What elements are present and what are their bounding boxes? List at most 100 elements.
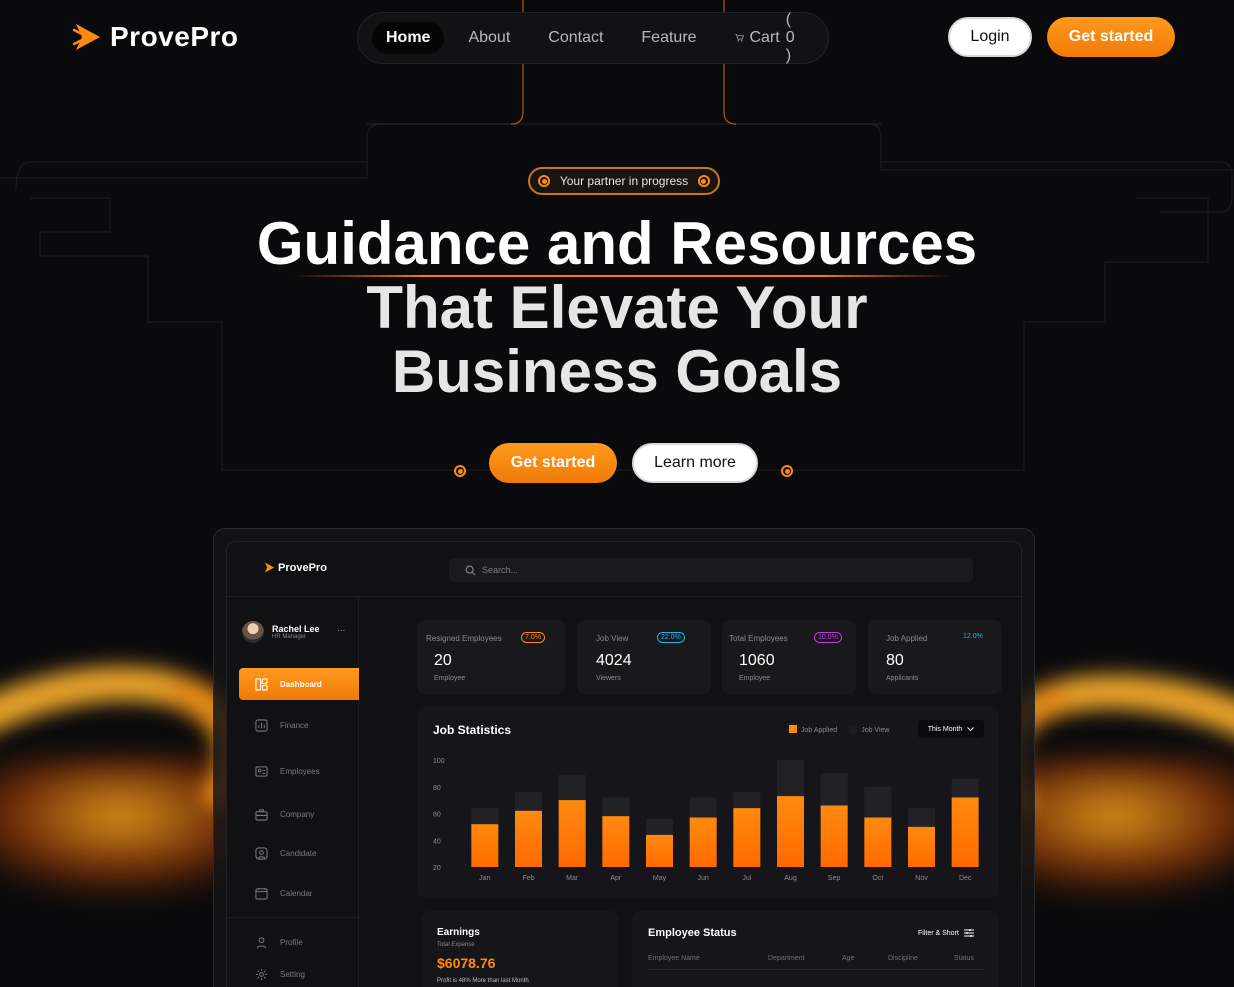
stat-card-resigned[interactable]: Resigned Employees 7.0% 20 Employee <box>417 620 565 694</box>
bar-job-applied <box>733 808 761 867</box>
bar-job-applied <box>602 816 630 867</box>
bar-job-applied <box>908 826 935 867</box>
gear-icon <box>255 968 268 980</box>
bar-job-applied <box>471 824 499 867</box>
stat-card-job-view[interactable]: Job View 22.0% 4024 Viewers <box>577 620 711 694</box>
sidebar-item-label: Company <box>280 809 315 819</box>
sidebar-item-candidate[interactable]: Candidate <box>239 837 359 869</box>
main-nav: Home About Contact Feature Cart ( 0 ) <box>357 11 829 64</box>
search-icon <box>465 565 476 575</box>
bar-job-applied <box>646 834 673 867</box>
job-statistics-chart: 100 80 60 40 20 Jan Feb Mar Apr May Jun Jul Aug Sep Oc… <box>433 758 979 882</box>
filter-sort-button[interactable]: Filter & Short <box>918 929 974 937</box>
nav-feature[interactable]: Feature <box>627 22 710 54</box>
earnings-title: Earnings <box>437 927 480 938</box>
x-tick-label: Jul <box>742 875 751 882</box>
earnings-value: $6078.76 <box>437 955 496 971</box>
nav-home[interactable]: Home <box>372 22 445 54</box>
sidebar-item-label: Dashboard <box>280 679 322 689</box>
sidebar-item-finance[interactable]: Finance <box>239 709 359 741</box>
stat-value: 80 <box>886 652 904 669</box>
bar-job-applied <box>951 797 979 867</box>
sidebar-item-company[interactable]: Company <box>239 798 359 830</box>
sidebar-item-setting[interactable]: Setting <box>239 958 359 987</box>
stat-label: Job View <box>596 634 629 643</box>
column-header: Discipline <box>888 955 918 962</box>
y-tick-label: 40 <box>433 838 441 845</box>
hero-get-started-button[interactable]: Get started <box>489 443 617 483</box>
sidebar-item-label: Profile <box>280 937 303 947</box>
bar-job-applied <box>689 817 717 867</box>
title-underline <box>292 275 952 277</box>
bar-job-applied <box>515 810 542 867</box>
sidebar-item-employees[interactable]: Employees <box>239 755 359 787</box>
x-tick-label: Mar <box>566 875 579 882</box>
hero-badge: Your partner in progress <box>528 167 720 195</box>
y-tick-label: 20 <box>433 865 441 872</box>
column-header: Employee Name <box>648 955 700 962</box>
stat-change-badge: 12.0% <box>963 633 983 640</box>
nav-about[interactable]: About <box>454 22 524 54</box>
dashboard-preview: ProvePro Search... Rachel Lee HR Manager… <box>226 541 1022 987</box>
table-divider <box>648 969 984 970</box>
employee-status-card: Employee Status Filter & Short Employee … <box>632 911 999 987</box>
hero-dot-icon <box>781 465 793 477</box>
stat-unit: Applicants <box>886 675 919 682</box>
column-header: Status <box>954 955 974 962</box>
user-name: Rachel Lee <box>272 624 320 634</box>
dashboard-logo-text: ProvePro <box>278 561 327 574</box>
job-statistics-card: Job Statistics Job Applied Job View This… <box>417 706 999 898</box>
stat-change-badge: 10.0% <box>814 632 842 643</box>
dashboard-icon <box>255 677 268 691</box>
x-tick-label: Nov <box>915 875 928 882</box>
column-header: Department <box>768 955 805 962</box>
x-tick-label: Jan <box>479 875 490 882</box>
bar-job-applied <box>777 796 804 867</box>
nav-cart[interactable]: Cart ( 0 ) <box>721 4 816 72</box>
dashboard-logo[interactable]: ProvePro <box>263 561 327 574</box>
sidebar-item-label: Finance <box>280 720 309 730</box>
badge-dot-icon <box>697 175 710 187</box>
stat-change-badge: 7.0% <box>521 632 545 643</box>
sidebar-item-profile[interactable]: Profile <box>239 926 359 958</box>
sidebar-item-calendar[interactable]: Calendar <box>239 877 359 909</box>
hero-learn-more-button[interactable]: Learn more <box>632 443 758 483</box>
x-tick-label: Apr <box>610 875 622 882</box>
login-button[interactable]: Login <box>948 17 1032 57</box>
cart-count: ( 0 ) <box>785 11 795 64</box>
earnings-subtitle: Total Expense <box>437 942 475 948</box>
sidebar-item-dashboard[interactable]: Dashboard <box>239 668 359 700</box>
bar-job-applied <box>864 817 892 867</box>
hero-title-line2: That Elevate Your <box>366 274 868 341</box>
nav-contact[interactable]: Contact <box>534 22 617 54</box>
user-role: HR Manager <box>272 634 307 640</box>
employee-status-title: Employee Status <box>648 927 737 939</box>
x-tick-label: Oct <box>872 875 883 882</box>
hero-title-line1: Guidance and Resources <box>256 210 978 277</box>
stat-unit: Viewers <box>596 675 621 682</box>
hero-title: Guidance and Resources That Elevate Your… <box>0 212 1234 404</box>
badge-dot-icon <box>538 175 550 187</box>
stat-change-badge: 22.0% <box>657 632 685 643</box>
hero-title-line3: Business Goals <box>391 338 843 405</box>
logo-arrow-icon <box>264 562 275 573</box>
sidebar-item-label: Calendar <box>280 888 313 898</box>
id-card-icon <box>255 765 268 777</box>
cart-label: Cart <box>749 29 780 46</box>
search-placeholder: Search... <box>482 565 519 575</box>
x-tick-label: May <box>653 875 667 882</box>
briefcase-icon <box>255 808 268 821</box>
header-get-started-button[interactable]: Get started <box>1047 17 1175 57</box>
stat-card-job-applied[interactable]: Job Applied 12.0% 80 Applicants <box>868 620 1002 694</box>
brand-name: ProvePro <box>110 21 239 52</box>
filter-icon <box>963 929 974 937</box>
stat-card-total-employees[interactable]: Total Employees 10.0% 1060 Employee <box>722 620 856 694</box>
earnings-note: Profit is 48% More than last Month <box>437 978 529 984</box>
brand-logo[interactable]: ProvePro <box>72 20 239 54</box>
sidebar-item-label: Employees <box>280 766 320 776</box>
dashboard-search-input[interactable]: Search... <box>449 558 973 582</box>
finance-chart-icon <box>255 718 268 732</box>
user-profile[interactable]: Rachel Lee HR Manager <box>242 621 320 643</box>
user-menu-icon[interactable]: ... <box>337 623 345 634</box>
stat-label: Resigned Employees <box>426 634 502 643</box>
